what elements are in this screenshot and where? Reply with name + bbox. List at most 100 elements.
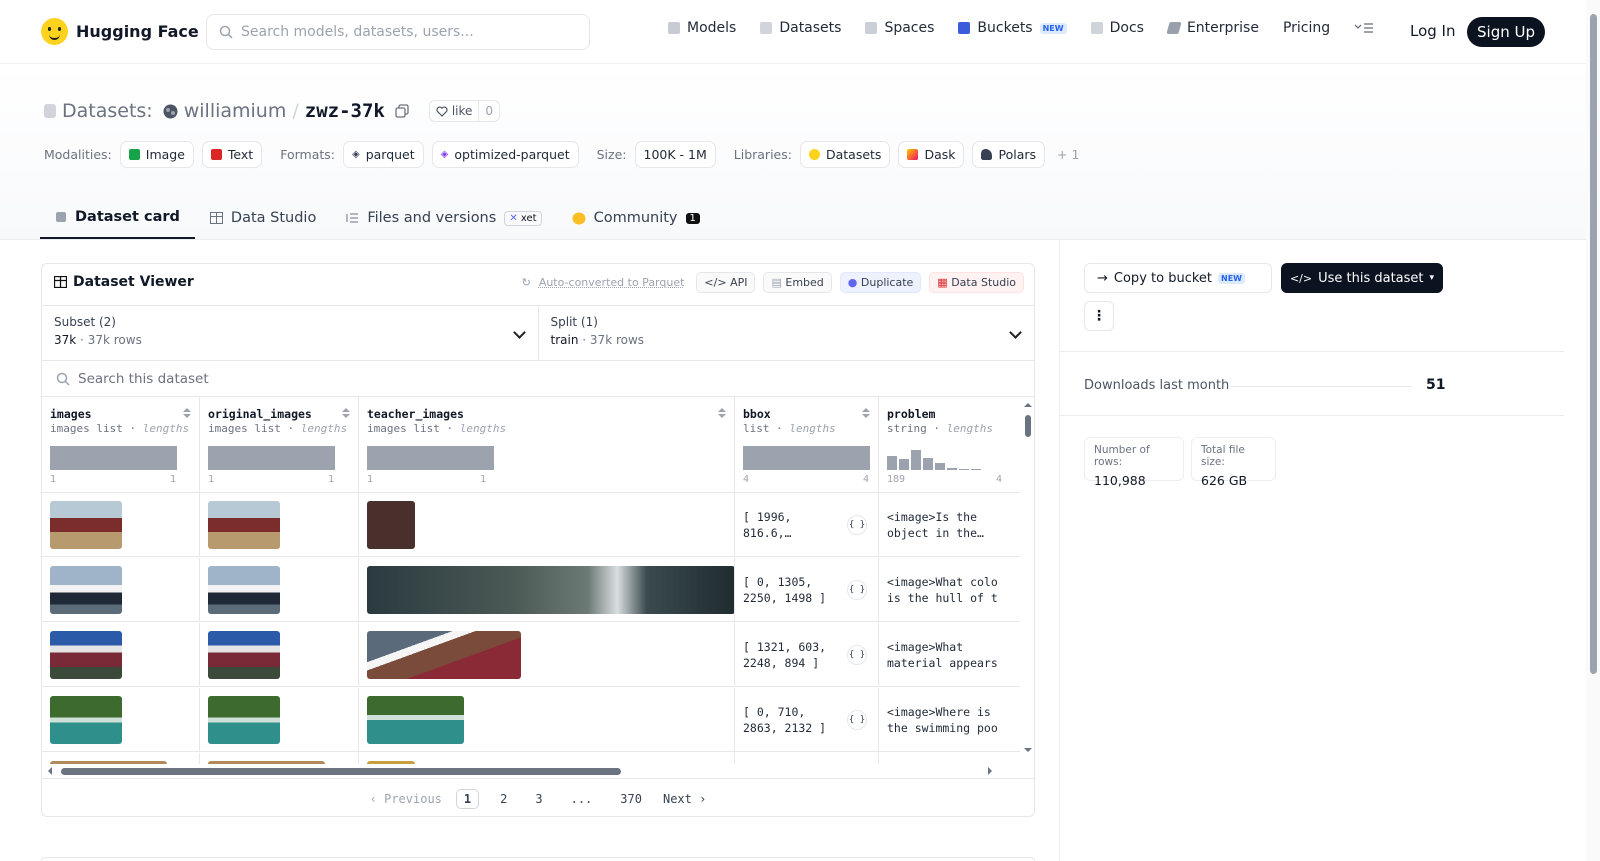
tag-library-datasets[interactable]: Datasets: [799, 141, 891, 168]
cell-bbox[interactable]: [ 1321, 603, 2248, 894 ] { }: [735, 623, 879, 686]
table-row[interactable]: [ 0, 1305, 2250, 1498 ] { } <image>What …: [42, 558, 1020, 622]
libraries-more[interactable]: + 1: [1057, 147, 1079, 162]
histogram-bar[interactable]: [911, 450, 921, 470]
nav-buckets[interactable]: Buckets NEW: [958, 20, 1067, 36]
cell-bbox[interactable]: [ 0, 1305, 2250, 1498 ] { }: [735, 558, 879, 621]
dataset-search-input[interactable]: [78, 370, 578, 387]
image-thumbnail[interactable]: [367, 501, 415, 549]
column-histogram-bar[interactable]: [743, 446, 870, 470]
column-header-problem[interactable]: problem string · lengths 189 4: [879, 397, 1020, 492]
image-thumbnail[interactable]: [50, 566, 122, 614]
image-thumbnail[interactable]: [367, 696, 464, 744]
histogram-bar[interactable]: [947, 468, 957, 470]
sort-icon[interactable]: [183, 408, 191, 419]
expand-json-icon[interactable]: { }: [847, 515, 867, 535]
image-thumbnail[interactable]: [50, 631, 122, 679]
nav-enterprise[interactable]: Enterprise: [1166, 20, 1259, 36]
sort-icon[interactable]: [342, 408, 350, 419]
image-thumbnail[interactable]: [367, 631, 521, 679]
tag-modality-image[interactable]: Image: [119, 141, 194, 168]
nav-spaces[interactable]: Spaces: [865, 20, 934, 36]
subset-select[interactable]: Subset (2) 37k · 37k rows: [42, 306, 538, 360]
column-histogram-bar[interactable]: [208, 446, 335, 470]
cell-problem[interactable]: <image>What material appears: [879, 623, 1020, 686]
nav-more-menu[interactable]: [1354, 22, 1374, 34]
nav-datasets[interactable]: Datasets: [760, 20, 841, 36]
auto-converted-link[interactable]: Auto-converted to Parquet: [539, 276, 685, 289]
cell-original-images[interactable]: [200, 688, 359, 751]
scroll-right-icon[interactable]: [986, 764, 994, 778]
split-select[interactable]: Split (1) train · 37k rows: [537, 306, 1035, 360]
global-search[interactable]: [206, 14, 590, 50]
expand-json-icon[interactable]: { }: [847, 645, 867, 665]
repo-type-link[interactable]: Datasets:: [62, 100, 153, 122]
scrollbar-thumb[interactable]: [1590, 14, 1597, 674]
page-button[interactable]: 370: [613, 790, 649, 808]
nav-models[interactable]: Models: [668, 20, 736, 36]
histogram-bar[interactable]: [935, 463, 945, 470]
dataset-search[interactable]: [42, 361, 1034, 397]
cell-bbox[interactable]: [ 1996, 816.6,… { }: [735, 493, 879, 556]
api-button[interactable]: </> API: [696, 272, 756, 293]
cell-bbox[interactable]: [735, 753, 879, 764]
scrollbar-thumb[interactable]: [61, 768, 621, 775]
image-thumbnail[interactable]: [208, 631, 280, 679]
repo-owner-link[interactable]: williamium: [184, 100, 287, 122]
table-row[interactable]: [ 1321, 603, 2248, 894 ] { } <image>What…: [42, 623, 1020, 687]
tag-format-optimized-parquet[interactable]: ◈ optimized-parquet: [431, 141, 579, 168]
image-thumbnail[interactable]: [50, 696, 122, 744]
cell-teacher-images[interactable]: [359, 688, 735, 751]
table-vertical-scrollbar[interactable]: [1021, 397, 1035, 764]
cell-problem[interactable]: [879, 753, 1020, 764]
cell-problem[interactable]: <image>Where is the swimming poo: [879, 688, 1020, 751]
table-row[interactable]: [ 1996, 816.6,… { } <image>Is the object…: [42, 493, 1020, 557]
nav-pricing[interactable]: Pricing: [1283, 20, 1330, 36]
cell-problem[interactable]: <image>Is the object in the…: [879, 493, 1020, 556]
image-thumbnail[interactable]: [367, 566, 734, 614]
tag-library-dask[interactable]: Dask: [898, 141, 965, 168]
cell-teacher-images[interactable]: [359, 493, 735, 556]
histogram-bar[interactable]: [971, 469, 981, 470]
embed-button[interactable]: ▤ Embed: [763, 272, 832, 293]
repo-name[interactable]: zwz-37k: [305, 100, 385, 122]
page-scrollbar[interactable]: [1586, 0, 1600, 861]
previous-page-button[interactable]: ‹ Previous: [370, 792, 442, 806]
column-header-bbox[interactable]: bbox list · lengths 4 4: [735, 397, 879, 492]
column-header-images[interactable]: images images list · lengths 1 1: [42, 397, 200, 492]
next-page-button[interactable]: Next ›: [663, 792, 706, 806]
column-header-teacher-images[interactable]: teacher_images images list · lengths 1 1: [359, 397, 735, 492]
cell-teacher-images[interactable]: [359, 558, 735, 621]
expand-json-icon[interactable]: { }: [847, 580, 867, 600]
column-header-original-images[interactable]: original_images images list · lengths 1 …: [200, 397, 359, 492]
image-thumbnail[interactable]: [208, 501, 280, 549]
column-histogram-bar[interactable]: [50, 446, 177, 470]
histogram-bar[interactable]: [899, 459, 909, 470]
scroll-left-icon[interactable]: [46, 764, 54, 778]
tab-files-and-versions[interactable]: Files and versions ✕ xet: [331, 197, 556, 239]
signup-button[interactable]: Sign Up: [1467, 17, 1545, 47]
login-link[interactable]: Log In: [1410, 22, 1456, 40]
cell-teacher-images[interactable]: [359, 753, 735, 764]
copy-to-bucket-button[interactable]: → Copy to bucket NEW: [1084, 263, 1272, 293]
image-thumbnail[interactable]: [208, 696, 280, 744]
tag-size[interactable]: 100K - 1M: [634, 141, 716, 168]
cell-bbox[interactable]: [ 0, 710, 2863, 2132 ] { }: [735, 688, 879, 751]
nav-docs[interactable]: Docs: [1090, 20, 1144, 36]
brand-logo[interactable]: Hugging Face: [41, 18, 199, 45]
histogram-bar[interactable]: [923, 458, 933, 470]
scroll-down-icon[interactable]: [1021, 746, 1035, 754]
cell-images[interactable]: [42, 558, 200, 621]
more-options-button[interactable]: ⋮: [1084, 301, 1114, 331]
table-horizontal-scrollbar[interactable]: [42, 764, 1022, 778]
image-thumbnail[interactable]: [50, 501, 122, 549]
like-button[interactable]: like 0: [428, 100, 501, 122]
scrollbar-thumb[interactable]: [1025, 415, 1031, 437]
histogram-bar[interactable]: [959, 469, 969, 470]
scroll-up-icon[interactable]: [1021, 401, 1035, 409]
data-studio-button[interactable]: ▦ Data Studio: [929, 272, 1024, 293]
expand-json-icon[interactable]: { }: [847, 710, 867, 730]
use-this-dataset-button[interactable]: </> Use this dataset ▾: [1281, 263, 1443, 293]
sort-icon[interactable]: [718, 408, 726, 419]
column-histogram[interactable]: [887, 446, 981, 470]
cell-original-images[interactable]: [200, 753, 359, 764]
